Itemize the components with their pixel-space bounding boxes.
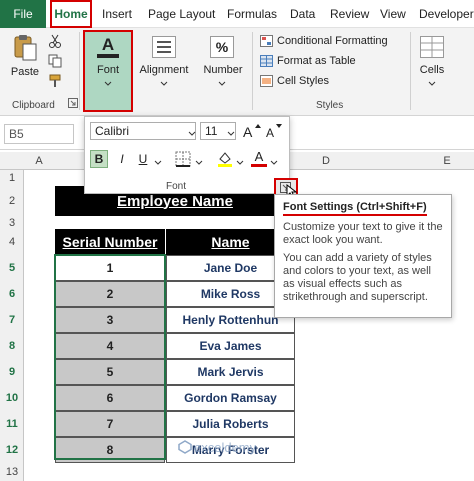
tab-developer[interactable]: Developer [419, 0, 474, 28]
chevron-down-icon [104, 78, 112, 86]
cell-styles-button[interactable]: Cell Styles [277, 75, 329, 87]
exceldemy-logo-icon [178, 440, 192, 454]
tooltip-line-2: You can add a variety of styles and colo… [283, 252, 432, 303]
tab-home[interactable]: Home [50, 0, 92, 28]
row-header[interactable]: 4 [0, 229, 24, 255]
tab-formulas[interactable]: Formulas [227, 0, 277, 28]
decrease-font-size-icon[interactable]: A [264, 122, 284, 140]
font-name-select[interactable]: Calibri [90, 122, 196, 140]
tab-view[interactable]: View [380, 0, 406, 28]
format-as-table-button[interactable]: Format as Table [277, 55, 356, 67]
font-color-icon[interactable]: A [251, 149, 267, 167]
row-header[interactable]: 9 [0, 359, 24, 385]
chevron-down-icon[interactable] [195, 157, 203, 165]
chevron-down-icon [428, 78, 436, 86]
bold-button[interactable]: B [90, 150, 108, 168]
chevron-down-icon[interactable] [154, 157, 162, 165]
paste-icon[interactable] [12, 34, 38, 62]
chevron-down-icon[interactable] [270, 157, 278, 165]
copy-icon[interactable] [48, 54, 62, 68]
clipboard-group-label: Clipboard [12, 100, 55, 111]
alignment-icon [152, 36, 176, 58]
column-header-d[interactable]: D [296, 152, 356, 170]
ribbon-separator [79, 32, 80, 110]
row-header[interactable]: 11 [0, 411, 24, 437]
cells-icon [420, 36, 444, 58]
borders-icon[interactable] [175, 151, 191, 167]
styles-group-label: Styles [316, 100, 344, 111]
cut-icon[interactable] [48, 34, 62, 48]
row-header[interactable]: 6 [0, 281, 24, 307]
clipboard-launcher-icon[interactable] [68, 98, 78, 108]
tab-insert[interactable]: Insert [102, 0, 132, 28]
row-header[interactable]: 13 [0, 463, 24, 481]
alignment-button[interactable]: Alignment [136, 64, 192, 76]
number-button[interactable]: Number [200, 64, 246, 76]
name-box[interactable]: B5 [4, 124, 74, 144]
column-header-e[interactable]: E [420, 152, 474, 170]
svg-text:A: A [266, 126, 274, 140]
font-button-label: Font [96, 64, 119, 76]
format-as-table-icon [260, 55, 273, 67]
format-painter-icon[interactable] [48, 74, 62, 88]
chevron-down-icon [160, 78, 168, 86]
watermark: exceldemy [194, 440, 257, 455]
paste-button[interactable]: Paste [8, 66, 42, 78]
chevron-down-icon [227, 128, 235, 136]
percent-icon: % [210, 36, 234, 58]
tab-file[interactable]: File [0, 0, 46, 28]
row-header[interactable]: 1 [0, 170, 24, 186]
row-header[interactable]: 12 [0, 437, 24, 463]
tab-data[interactable]: Data [290, 0, 315, 28]
row-header[interactable]: 10 [0, 385, 24, 411]
cell-selection [54, 254, 166, 460]
font-settings-tooltip: Font Settings (Ctrl+Shift+F) Customize y… [274, 194, 452, 318]
name-cell[interactable]: Julia Roberts [166, 411, 295, 437]
italic-button[interactable]: I [114, 150, 130, 168]
row-header[interactable]: 5 [0, 255, 24, 281]
chevron-down-icon [188, 128, 196, 136]
serial-number-header[interactable]: Serial Number [55, 229, 165, 255]
svg-text:A: A [243, 124, 253, 140]
font-group-label: Font [166, 181, 187, 192]
name-cell[interactable]: Gordon Ramsay [166, 385, 295, 411]
ribbon-separator [410, 32, 411, 110]
chevron-down-icon[interactable] [236, 157, 244, 165]
tab-review[interactable]: Review [330, 0, 369, 28]
chevron-down-icon [218, 78, 226, 86]
tab-page-layout[interactable]: Page Layout [148, 0, 215, 28]
row-header[interactable]: 8 [0, 333, 24, 359]
name-cell[interactable]: Mark Jervis [166, 359, 295, 385]
name-cell[interactable]: Eva James [166, 333, 295, 359]
conditional-formatting-button[interactable]: Conditional Formatting [277, 35, 388, 47]
tooltip-title: Font Settings (Ctrl+Shift+F) [283, 201, 427, 216]
underline-button[interactable]: U [135, 150, 151, 168]
column-header-a[interactable]: A [24, 152, 54, 170]
row-header[interactable]: 7 [0, 307, 24, 333]
row-header[interactable]: 3 [0, 216, 24, 229]
ribbon-separator [252, 32, 253, 110]
tooltip-line-1: Customize your text to give it the exact… [283, 221, 443, 246]
increase-font-size-icon[interactable]: A [242, 122, 262, 140]
cells-button[interactable]: Cells [414, 64, 450, 76]
font-color-large-icon: A [97, 36, 119, 58]
cell-styles-icon [260, 75, 273, 87]
conditional-formatting-icon [260, 35, 273, 47]
row-header[interactable]: 2 [0, 186, 24, 216]
fill-color-icon[interactable] [216, 150, 234, 168]
